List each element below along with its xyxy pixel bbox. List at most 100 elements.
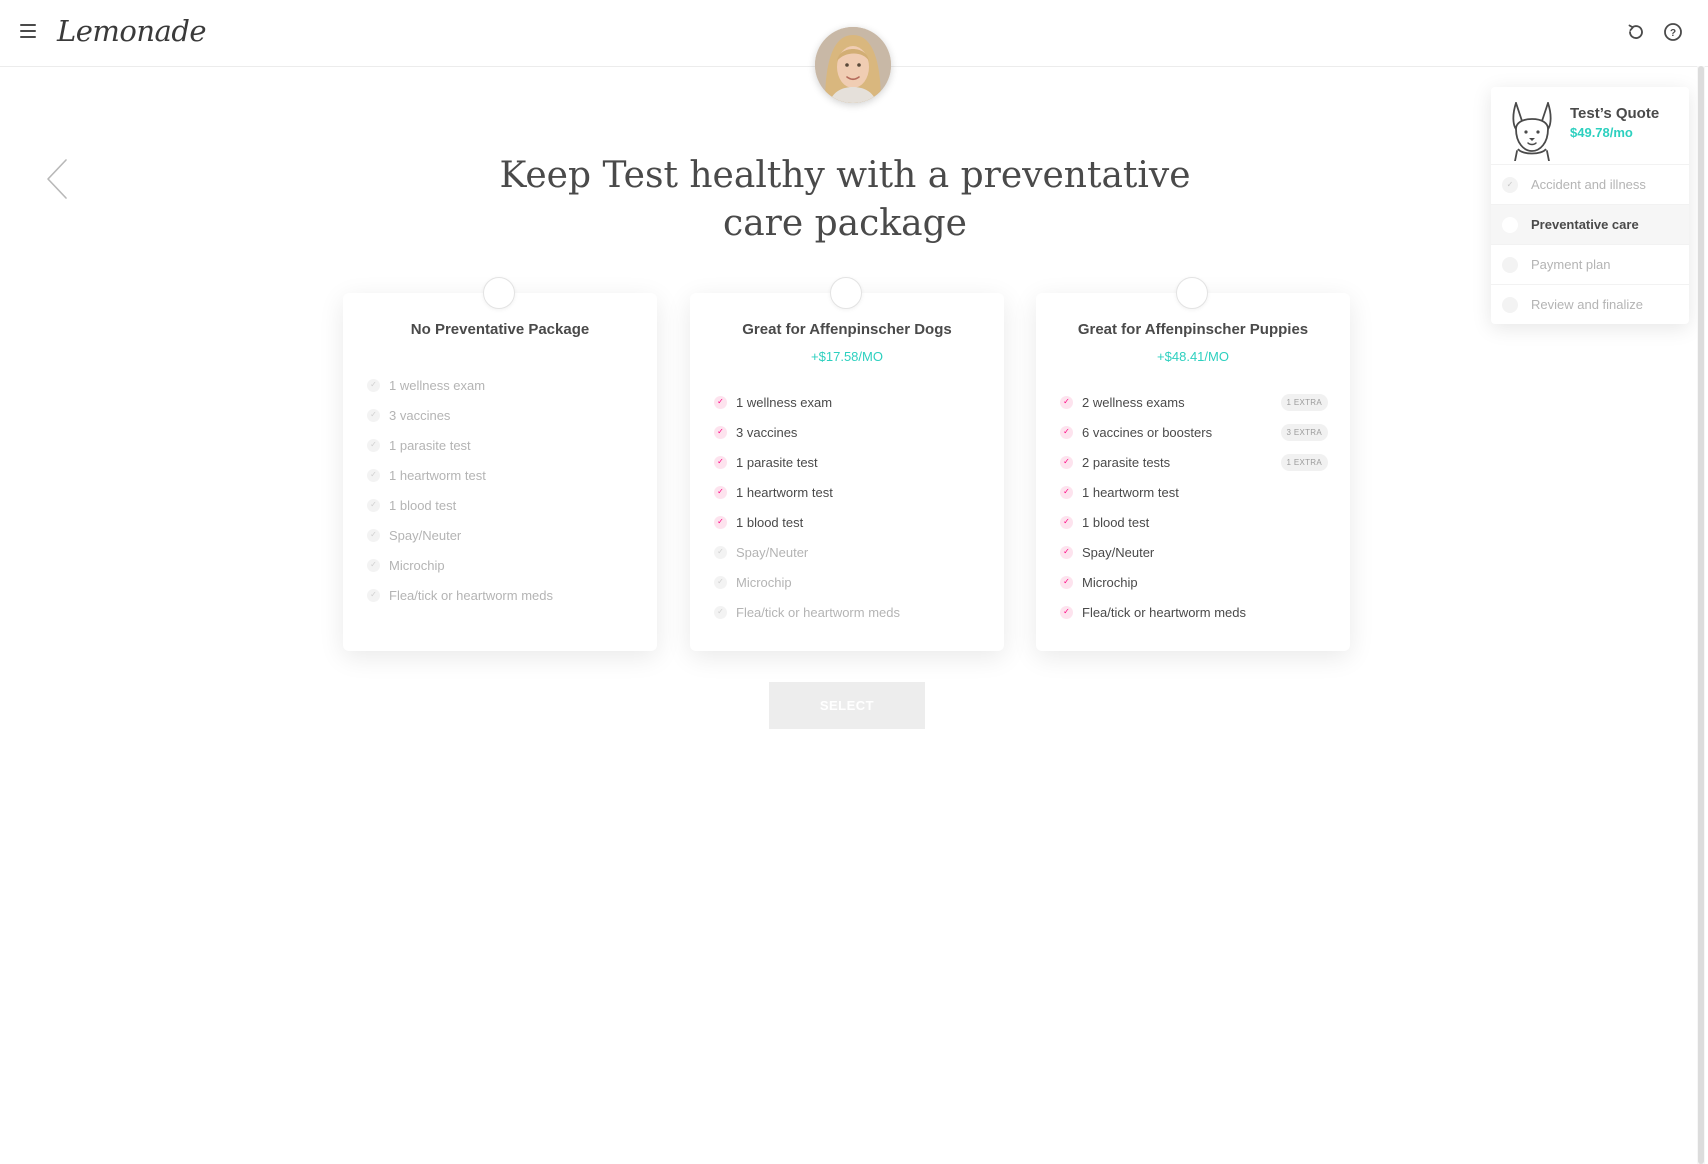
package-price: +$17.58/MO: [811, 349, 883, 364]
coverage-item-label: 1 parasite test: [389, 437, 471, 453]
coverage-item: ✓ Microchip: [1060, 567, 1328, 597]
scrollbar[interactable]: [1697, 66, 1705, 1164]
coverage-item-label: Spay/Neuter: [736, 544, 809, 560]
coverage-item-label: Flea/tick or heartworm meds: [389, 587, 553, 603]
step-label: Review and finalize: [1531, 297, 1644, 312]
step-label: Accident and illness: [1531, 177, 1646, 192]
step-label: Payment plan: [1531, 257, 1611, 272]
coverage-item-label: Microchip: [736, 574, 792, 590]
coverage-item: ✓ 3 vaccines: [367, 400, 635, 430]
coverage-item: ✓ Spay/Neuter: [1060, 537, 1328, 567]
check-icon: ✓: [367, 558, 380, 572]
coverage-item: ✓ Spay/Neuter: [714, 537, 982, 567]
step-accident-and-illness[interactable]: ✓ Accident and illness: [1491, 164, 1689, 204]
extra-badge: 3 EXTRA: [1280, 424, 1328, 441]
coverage-item: ✓ Flea/tick or heartworm meds: [1060, 597, 1328, 627]
check-icon: ✓: [367, 528, 380, 542]
coverage-item: ✓ 2 parasite tests 1 EXTRA: [1060, 447, 1328, 477]
check-icon: ✓: [1060, 395, 1073, 409]
coverage-item: ✓ 1 parasite test: [714, 447, 982, 477]
coverage-item-label: Spay/Neuter: [1082, 544, 1155, 560]
package-price: +$48.41/MO: [1157, 349, 1229, 364]
refresh-icon[interactable]: [1625, 21, 1647, 43]
coverage-item: ✓ 1 blood test: [367, 490, 635, 520]
coverage-item: ✓ Microchip: [367, 550, 635, 580]
check-icon: ✓: [714, 485, 727, 499]
check-icon: ✓: [367, 408, 380, 422]
check-icon: ✓: [367, 468, 380, 482]
package-coverage-list: ✓ 1 wellness exam ✓ 3 vaccines ✓ 1 parasite t…: [367, 370, 635, 610]
package-card-dogs[interactable]: Great for Affenpinscher Dogs +$17.58/MO …: [690, 277, 1004, 651]
check-icon: ✓: [714, 455, 727, 469]
coverage-item: ✓ 1 blood test: [1060, 507, 1328, 537]
coverage-item-label: Microchip: [1082, 574, 1138, 590]
svg-text:?: ?: [1670, 28, 1676, 39]
check-icon: ✓: [367, 438, 380, 452]
coverage-item: ✓ 3 vaccines: [714, 417, 982, 447]
step-preventative-care[interactable]: Preventative care: [1491, 204, 1689, 244]
check-icon: ✓: [714, 605, 727, 619]
check-icon: ✓: [714, 545, 727, 559]
extra-badge: 1 EXTRA: [1280, 394, 1328, 411]
quote-title: Test’s Quote: [1570, 105, 1660, 122]
coverage-item: ✓ Flea/tick or heartworm meds: [367, 580, 635, 610]
coverage-item-label: Spay/Neuter: [389, 527, 462, 543]
coverage-item: ✓ Spay/Neuter: [367, 520, 635, 550]
step-label: Preventative care: [1531, 217, 1639, 232]
hamburger-icon[interactable]: [20, 24, 36, 38]
step-payment-plan[interactable]: Payment plan: [1491, 244, 1689, 284]
package-radio[interactable]: [830, 277, 862, 309]
select-button[interactable]: SELECT: [769, 682, 925, 729]
check-icon: ✓: [714, 575, 727, 589]
package-card-puppies[interactable]: Great for Affenpinscher Puppies +$48.41/…: [1036, 277, 1350, 651]
check-icon: ✓: [1060, 425, 1073, 439]
package-radio[interactable]: [1176, 277, 1208, 309]
package-card-none[interactable]: No Preventative Package ✓ 1 wellness exam…: [343, 277, 657, 651]
coverage-item: ✓ Flea/tick or heartworm meds: [714, 597, 982, 627]
package-coverage-list: ✓ 2 wellness exams 1 EXTRA ✓ 6 vaccines or b…: [1060, 387, 1328, 627]
coverage-item-label: 1 blood test: [736, 514, 804, 530]
coverage-item-label: 2 wellness exams: [1082, 394, 1185, 410]
check-icon: ✓: [1060, 545, 1073, 559]
package-radio[interactable]: [483, 277, 515, 309]
coverage-item-label: Flea/tick or heartworm meds: [1082, 604, 1246, 620]
page-title-line-1: Keep Test healthy with a preventative: [499, 155, 1191, 196]
chevron-left-icon[interactable]: [44, 158, 70, 200]
lemonade-logo[interactable]: Lemonade: [57, 14, 207, 48]
check-icon: ✓: [1060, 605, 1073, 619]
check-icon: ✓: [1060, 485, 1073, 499]
step-review-and-finalize[interactable]: Review and finalize: [1491, 284, 1689, 324]
check-icon: ✓: [714, 515, 727, 529]
coverage-item-label: 3 vaccines: [736, 424, 798, 440]
help-icon[interactable]: ?: [1662, 21, 1684, 43]
check-icon: ✓: [367, 378, 380, 392]
coverage-item: ✓ 1 heartworm test: [714, 477, 982, 507]
coverage-item: ✓ Microchip: [714, 567, 982, 597]
scrollbar-thumb[interactable]: [1698, 66, 1704, 1164]
agent-avatar: [815, 27, 891, 103]
package-title: No Preventative Package: [410, 321, 590, 338]
step-indicator: [1502, 256, 1518, 273]
coverage-item: ✓ 1 parasite test: [367, 430, 635, 460]
coverage-item: ✓ 1 heartworm test: [1060, 477, 1328, 507]
coverage-item: ✓ 6 vaccines or boosters 3 EXTRA: [1060, 417, 1328, 447]
coverage-item-label: 1 wellness exam: [389, 377, 486, 393]
package-coverage-list: ✓ 1 wellness exam ✓ 3 vaccines ✓ 1 parasite t…: [714, 387, 982, 627]
dog-icon: [1512, 102, 1552, 161]
page-title-line-2: care package: [723, 203, 967, 244]
check-icon: ✓: [1060, 455, 1073, 469]
coverage-item: ✓ 1 blood test: [714, 507, 982, 537]
quote-summary-panel: Test’s Quote $49.78/mo ✓ Accident and il…: [1491, 87, 1689, 324]
coverage-item-label: 1 heartworm test: [1082, 484, 1179, 500]
check-icon: ✓: [714, 395, 727, 409]
check-icon: ✓: [714, 425, 727, 439]
coverage-item-label: 1 blood test: [1082, 514, 1150, 530]
check-icon: ✓: [1060, 575, 1073, 589]
package-title: Great for Affenpinscher Puppies: [1077, 321, 1309, 338]
coverage-item: ✓ 2 wellness exams 1 EXTRA: [1060, 387, 1328, 417]
check-icon: ✓: [1060, 515, 1073, 529]
check-icon: ✓: [367, 498, 380, 512]
check-icon: ✓: [1502, 176, 1518, 193]
quote-header: Test’s Quote $49.78/mo: [1491, 87, 1689, 164]
coverage-item-label: Microchip: [389, 557, 445, 573]
